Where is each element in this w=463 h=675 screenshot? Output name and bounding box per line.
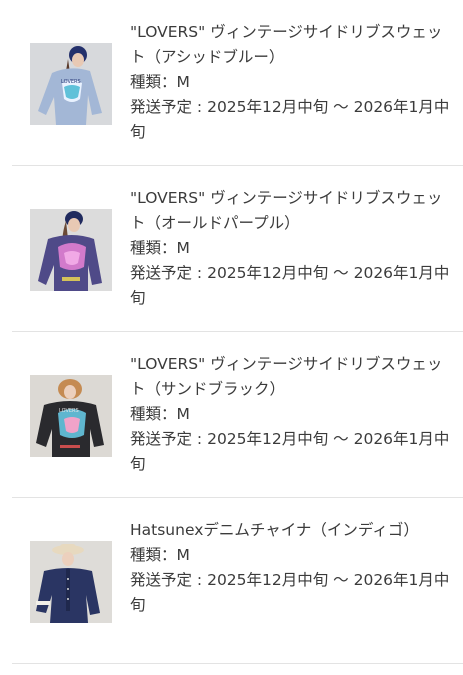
shipping-line: 発送予定 : 2025年12月中旬 〜 2026年1月中旬: [130, 427, 456, 477]
variant-line: 種類：M: [130, 70, 456, 95]
cart-item: "LOVERS" ヴィンテージサイドリブスウェット（オールドパープル） 種類：M…: [12, 166, 463, 332]
product-thumbnail[interactable]: [30, 541, 112, 623]
variant-line: 種類：M: [130, 543, 456, 568]
sweatshirt-photo-icon: LOVERS: [30, 43, 112, 125]
svg-text:LOVERS: LOVERS: [61, 79, 81, 85]
product-title[interactable]: "LOVERS" ヴィンテージサイドリブスウェット（アシッドブルー）: [130, 20, 456, 70]
svg-text:LOVERS: LOVERS: [59, 408, 79, 414]
product-thumbnail[interactable]: LOVERS: [30, 375, 112, 457]
product-title[interactable]: Hatsunexデニムチャイナ（インディゴ）: [130, 518, 456, 543]
cart-item-list: LOVERS "LOVERS" ヴィンテージサイドリブスウェット（アシッドブルー…: [0, 0, 463, 675]
cart-item: Hatsunexデニムチャイナ（インディゴ） 種類：M 発送予定 : 2025年…: [12, 498, 463, 664]
sweatshirt-photo-icon: LOVERS: [30, 375, 112, 457]
sweatshirt-photo-icon: [30, 209, 112, 291]
variant-line: 種類：M: [130, 402, 456, 427]
product-thumbnail[interactable]: LOVERS: [30, 43, 112, 125]
product-title[interactable]: "LOVERS" ヴィンテージサイドリブスウェット（オールドパープル）: [130, 186, 456, 236]
product-info: "LOVERS" ヴィンテージサイドリブスウェット（アシッドブルー） 種類：M …: [130, 20, 456, 145]
variant-label: 種類：: [130, 239, 177, 257]
cart-item: LOVERS "LOVERS" ヴィンテージサイドリブスウェット（サンドブラック…: [12, 332, 463, 498]
shipping-line: 発送予定 : 2025年12月中旬 〜 2026年1月中旬: [130, 261, 456, 311]
shipping-label: 発送予定 :: [130, 264, 208, 282]
product-info: "LOVERS" ヴィンテージサイドリブスウェット（オールドパープル） 種類：M…: [130, 186, 456, 311]
shipping-label: 発送予定 :: [130, 98, 208, 116]
product-info: Hatsunexデニムチャイナ（インディゴ） 種類：M 発送予定 : 2025年…: [130, 518, 456, 618]
product-thumbnail[interactable]: [30, 209, 112, 291]
shipping-label: 発送予定 :: [130, 430, 208, 448]
cart-item: LOVERS "LOVERS" ヴィンテージサイドリブスウェット（アシッドブルー…: [12, 0, 463, 166]
variant-value: M: [176, 239, 190, 257]
shipping-line: 発送予定 : 2025年12月中旬 〜 2026年1月中旬: [130, 95, 456, 145]
product-title[interactable]: "LOVERS" ヴィンテージサイドリブスウェット（サンドブラック）: [130, 352, 456, 402]
variant-label: 種類：: [130, 405, 177, 423]
product-info: "LOVERS" ヴィンテージサイドリブスウェット（サンドブラック） 種類：M …: [130, 352, 456, 477]
variant-value: M: [176, 546, 190, 564]
variant-label: 種類：: [130, 73, 177, 91]
variant-line: 種類：M: [130, 236, 456, 261]
variant-label: 種類：: [130, 546, 177, 564]
variant-value: M: [176, 73, 190, 91]
denim-shirt-photo-icon: [30, 541, 112, 623]
variant-value: M: [176, 405, 190, 423]
shipping-label: 発送予定 :: [130, 571, 208, 589]
shipping-line: 発送予定 : 2025年12月中旬 〜 2026年1月中旬: [130, 568, 456, 618]
